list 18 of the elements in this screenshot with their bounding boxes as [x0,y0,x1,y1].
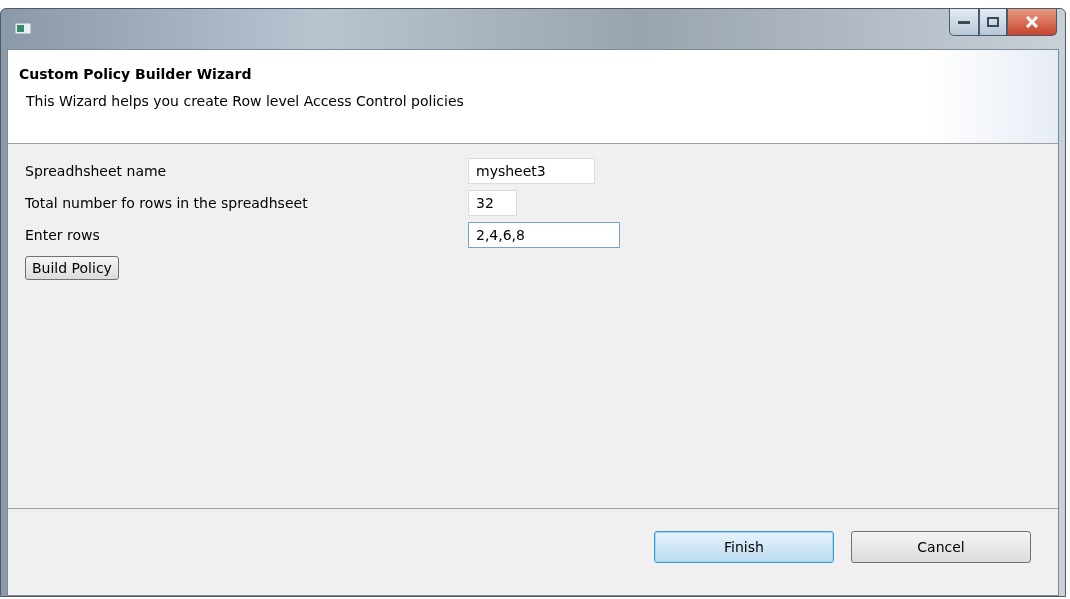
minimize-button[interactable] [949,9,979,36]
app-icon [15,23,31,34]
input-field[interactable]: 2,4,6,8 [468,222,620,248]
wizard-title: Custom Policy Builder Wizard [19,66,253,82]
maximize-icon [987,17,999,27]
dialog-button[interactable]: Cancel [851,531,1031,563]
field-label: Spreadhsheet name [25,163,168,179]
close-icon [1025,16,1039,28]
minimize-icon [958,20,970,24]
maximize-button[interactable] [979,9,1007,36]
input-field[interactable]: 32 [468,190,517,216]
field-label: Total number fo rows in the spreadhseet [25,195,309,211]
input-field[interactable]: mysheet3 [468,158,595,184]
dialog-button[interactable]: Finish [654,531,834,563]
field-label: Enter rows [25,227,101,243]
wizard-description: This Wizard helps you create Row level Access Control policies [26,93,465,109]
close-button[interactable] [1007,9,1057,36]
build-policy-button[interactable]: Build Policy [25,256,119,280]
